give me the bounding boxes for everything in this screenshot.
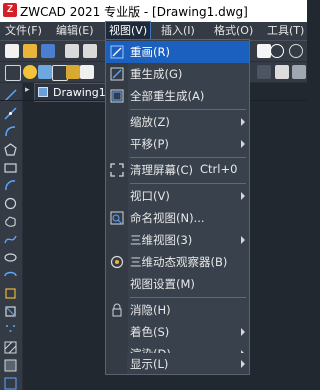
layer-dropdown-icon[interactable] xyxy=(257,65,271,79)
region-icon[interactable] xyxy=(4,377,17,390)
menu-item-label: 视口(V) xyxy=(130,189,170,203)
rectangle-icon[interactable] xyxy=(4,161,17,174)
open-file-icon[interactable] xyxy=(23,44,37,58)
zoom-icon[interactable] xyxy=(289,44,303,58)
menu-item-label: 全部重生成(A) xyxy=(130,89,205,103)
drawing-file-icon xyxy=(38,87,48,97)
menu-item-label: 重生成(G) xyxy=(130,67,183,81)
menu-edit[interactable]: 编辑(E) xyxy=(53,24,97,38)
menu-separator xyxy=(130,297,246,298)
menu-item-shade[interactable]: 着色(S) xyxy=(106,321,249,343)
menu-item-label: 三维动态观察器(B) xyxy=(130,255,228,269)
xline-icon[interactable] xyxy=(4,107,17,120)
menu-item-label: 显示(L) xyxy=(130,357,169,371)
submenu-arrow-icon xyxy=(241,236,245,244)
orbit-icon xyxy=(110,255,124,269)
menu-format[interactable]: 格式(O) xyxy=(211,24,256,38)
menu-item-viewports[interactable]: 视口(V) xyxy=(106,185,249,207)
menu-item-zoom[interactable]: 缩放(Z) xyxy=(106,111,249,133)
revcloud-icon[interactable] xyxy=(4,215,17,228)
layer-on-icon[interactable] xyxy=(23,65,37,79)
ellipse-icon[interactable] xyxy=(4,251,17,264)
menu-item-regen-all[interactable]: 全部重生成(A) xyxy=(106,85,249,107)
print-preview-icon[interactable] xyxy=(83,44,97,58)
save-icon[interactable] xyxy=(41,44,55,58)
shortcut-label: Ctrl+0 xyxy=(200,162,238,176)
menu-item-3d-views[interactable]: 三维视图(3) xyxy=(106,229,249,251)
menu-tools[interactable]: 工具(T) xyxy=(264,24,307,38)
insert-block-icon[interactable] xyxy=(4,287,17,300)
hide-icon xyxy=(112,303,122,317)
submenu-arrow-icon xyxy=(241,360,245,368)
layer-freeze-icon[interactable] xyxy=(38,65,52,79)
menu-item-regen[interactable]: 重生成(G) xyxy=(106,63,249,85)
properties-icon[interactable] xyxy=(275,65,289,79)
menu-separator xyxy=(130,157,246,158)
menu-item-label: 清理屏幕(C) xyxy=(130,163,194,177)
layer-icon[interactable] xyxy=(80,65,94,79)
point-icon[interactable] xyxy=(4,323,17,336)
menu-item-label: 平移(P) xyxy=(130,137,169,151)
menu-item-label: 着色(S) xyxy=(130,325,170,339)
regen-icon xyxy=(110,67,124,81)
selection-icon[interactable] xyxy=(257,44,271,58)
polygon-icon[interactable] xyxy=(4,143,17,156)
regen-all-icon xyxy=(110,89,124,103)
menu-item-pan[interactable]: 平移(P) xyxy=(106,133,249,155)
menu-item-label: 三维视图(3) xyxy=(130,233,193,247)
submenu-arrow-icon xyxy=(241,192,245,200)
layer-manager-icon[interactable] xyxy=(5,65,21,81)
menu-item-view-settings[interactable]: 视图设置(M) xyxy=(106,273,249,295)
menu-item-3d-orbit[interactable]: 三维动态观察器(B) xyxy=(106,251,249,273)
document-tab-label: Drawing1. xyxy=(53,86,110,99)
menu-item-display[interactable]: 显示(L) xyxy=(105,353,250,375)
named-view-icon xyxy=(110,211,124,225)
redraw-icon xyxy=(110,45,124,59)
ellipse-arc-icon[interactable] xyxy=(4,269,17,282)
draw-toolbar xyxy=(0,83,23,390)
menu-view[interactable]: 视图(V) xyxy=(104,21,152,41)
menu-item-label: 缩放(Z) xyxy=(130,115,170,129)
gradient-icon[interactable] xyxy=(4,359,17,372)
arc-icon[interactable] xyxy=(4,179,17,192)
hatch-icon[interactable] xyxy=(4,341,17,354)
menu-insert[interactable]: 插入(I) xyxy=(158,24,198,38)
layer-lock-icon[interactable] xyxy=(66,65,80,79)
menu-file[interactable]: 文件(F) xyxy=(2,24,45,38)
submenu-arrow-icon xyxy=(241,328,245,336)
submenu-arrow-icon xyxy=(241,140,245,148)
menu-icon-gutter xyxy=(106,353,127,374)
menu-item-clean-screen[interactable]: 清理屏幕(C) Ctrl+0 xyxy=(106,159,249,181)
zwcad-logo-icon: Z xyxy=(3,3,17,17)
new-file-icon[interactable] xyxy=(5,44,19,58)
menu-separator xyxy=(130,183,246,184)
menu-item-named-views[interactable]: 命名视图(N)... xyxy=(106,207,249,229)
menu-item-redraw[interactable]: 重画(R) xyxy=(106,41,249,63)
expand-icon[interactable]: ▸ xyxy=(25,85,30,95)
window-title: ZWCAD 2021 专业版 - [Drawing1.dwg] xyxy=(20,5,248,19)
make-block-icon[interactable] xyxy=(4,305,17,318)
view-menu-dropdown: 重画(R) 重生成(G) 全部重生成(A) 缩放(Z) 平移(P) 清理屏幕(C… xyxy=(105,39,250,375)
menu-item-label: 视图设置(M) xyxy=(130,277,195,291)
menu-separator xyxy=(130,109,246,110)
clean-screen-icon xyxy=(110,163,124,177)
menu-item-hide[interactable]: 消隐(H) xyxy=(106,299,249,321)
match-properties-icon[interactable] xyxy=(292,65,306,79)
pan-icon[interactable] xyxy=(270,44,284,58)
submenu-arrow-icon xyxy=(241,118,245,126)
title-bar: Z ZWCAD 2021 专业版 - [Drawing1.dwg] xyxy=(0,0,307,22)
menu-item-label: 重画(R) xyxy=(130,45,170,59)
menu-item-label: 消隐(H) xyxy=(130,303,171,317)
spline-icon[interactable] xyxy=(4,233,17,246)
polyline-icon[interactable] xyxy=(4,125,17,138)
print-icon[interactable] xyxy=(65,44,79,58)
menu-item-label: 命名视图(N)... xyxy=(130,211,205,225)
circle-icon[interactable] xyxy=(4,197,17,210)
